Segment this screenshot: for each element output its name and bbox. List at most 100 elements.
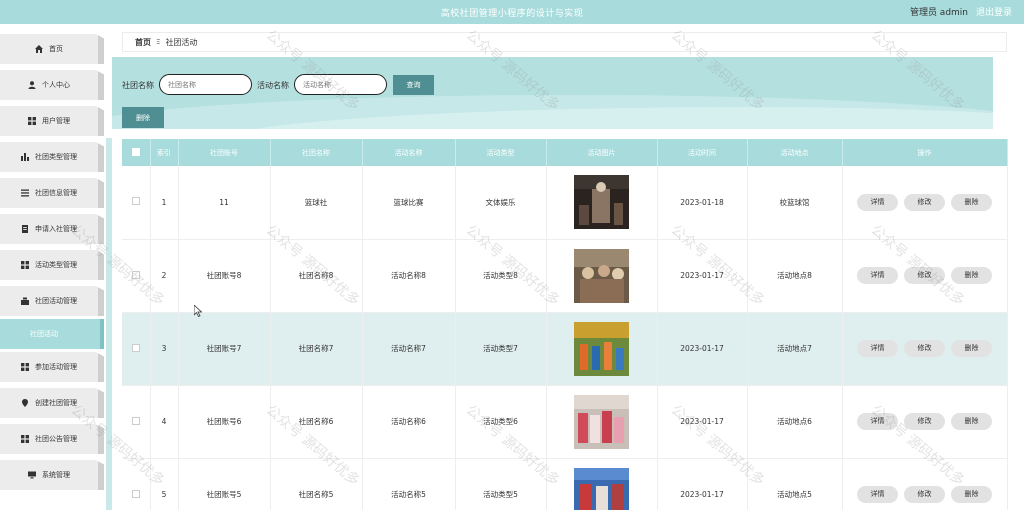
user-icon xyxy=(28,81,36,89)
activity-cell: 活动名称8 xyxy=(362,239,456,313)
activity-table: 索引 社团账号 社团名称 活动名称 活动类型 活动图片 活动时间 活动地点 操作… xyxy=(122,139,1008,510)
list-icon xyxy=(21,189,29,197)
sidebar-item-users[interactable]: 用户管理 xyxy=(0,106,104,136)
current-user: 管理员 admin xyxy=(909,8,968,18)
table-header-row: 索引 社团账号 社团名称 活动名称 活动类型 活动图片 活动时间 活动地点 操作 xyxy=(122,139,1008,166)
sidebar-item-club-activity-mgmt[interactable]: 社团活动管理 xyxy=(0,286,104,316)
account-cell: 社团账号5 xyxy=(178,458,271,510)
detail-button[interactable]: 详情 xyxy=(857,340,898,357)
sidebar-item-club-activity[interactable]: 社团活动 xyxy=(0,319,104,349)
activity-name-label: 活动名称 xyxy=(257,81,289,90)
type-cell: 活动类型5 xyxy=(455,458,547,510)
sidebar-item-label: 活动类型管理 xyxy=(35,261,77,269)
table-row: 3 社团账号7 社团名称7 活动名称7 活动类型7 2023-01-17 活动地… xyxy=(122,312,1008,386)
activity-cell: 活动名称7 xyxy=(362,312,456,386)
activity-image xyxy=(574,248,629,303)
sidebar-item-club-notice[interactable]: 社团公告管理 xyxy=(0,424,104,454)
detail-button[interactable]: 详情 xyxy=(857,267,898,284)
club-name-input[interactable] xyxy=(159,74,252,95)
grid-icon xyxy=(28,117,36,125)
place-cell: 活动地点8 xyxy=(747,239,843,313)
delete-button[interactable]: 删除 xyxy=(951,486,992,503)
sidebar-item-label: 首页 xyxy=(49,45,63,53)
club-name-label: 社团名称 xyxy=(122,81,154,90)
sidebar-item-label: 申请入社管理 xyxy=(35,225,77,233)
chart-icon xyxy=(21,153,29,161)
column-header: 索引 xyxy=(150,139,179,166)
sidebar-item-join-apply[interactable]: 申请入社管理 xyxy=(0,214,104,244)
sidebar-item-label: 社团活动管理 xyxy=(35,297,77,305)
activity-cell: 活动名称5 xyxy=(362,458,456,510)
sidebar-item-system[interactable]: 系统管理 xyxy=(0,460,104,490)
table-row: 5 社团账号5 社团名称5 活动名称5 活动类型5 2023-01-17 活动地… xyxy=(122,458,1008,510)
edit-button[interactable]: 修改 xyxy=(904,340,945,357)
delete-button[interactable]: 删除 xyxy=(951,340,992,357)
sidebar-item-activity-type[interactable]: 活动类型管理 xyxy=(0,250,104,280)
sidebar-item-label: 社团公告管理 xyxy=(35,435,77,443)
activity-image xyxy=(574,467,629,510)
club-cell: 社团名称6 xyxy=(270,385,363,459)
row-checkbox[interactable] xyxy=(131,416,140,425)
edit-button[interactable]: 修改 xyxy=(904,486,945,503)
row-checkbox[interactable] xyxy=(131,270,140,279)
sidebar-item-join-activity[interactable]: 参加活动管理 xyxy=(0,352,104,382)
detail-button[interactable]: 详情 xyxy=(857,486,898,503)
edit-button[interactable]: 修改 xyxy=(904,267,945,284)
app-title: 高校社团管理小程序的设计与实现 xyxy=(440,9,584,19)
index-cell: 5 xyxy=(150,458,179,510)
sidebar-item-label: 参加活动管理 xyxy=(35,363,77,371)
sidebar-item-club-type[interactable]: 社团类型管理 xyxy=(0,142,104,172)
breadcrumb-current: 社团活动 xyxy=(165,37,198,47)
type-cell: 文体娱乐 xyxy=(455,166,547,240)
column-header: 社团账号 xyxy=(178,139,271,166)
club-cell: 社团名称8 xyxy=(270,239,363,313)
column-header: 操作 xyxy=(842,139,1008,166)
row-checkbox[interactable] xyxy=(131,489,140,498)
row-checkbox[interactable] xyxy=(131,343,140,352)
table-row: 2 社团账号8 社团名称8 活动名称8 活动类型8 2023-01-17 活动地… xyxy=(122,239,1008,313)
breadcrumb-home[interactable]: 首页 xyxy=(135,37,151,48)
detail-button[interactable]: 详情 xyxy=(857,193,898,211)
activity-name-input[interactable] xyxy=(294,74,387,95)
top-header: 高校社团管理小程序的设计与实现 管理员 admin 退出登录 xyxy=(0,0,1024,24)
row-checkbox[interactable] xyxy=(131,197,140,206)
column-header: 活动类型 xyxy=(455,139,547,166)
batch-delete-button[interactable]: 删除 xyxy=(122,107,164,128)
delete-button[interactable]: 删除 xyxy=(951,413,992,430)
sidebar-item-label: 个人中心 xyxy=(42,81,70,89)
index-cell: 2 xyxy=(150,239,179,313)
place-cell: 活动地点7 xyxy=(747,312,843,386)
table-row: 1 11 篮球社 篮球比赛 文体娱乐 2023-01-18 校篮球馆 详情 修改删… xyxy=(122,166,1008,240)
date-cell: 2023-01-18 xyxy=(657,166,748,240)
select-all-checkbox[interactable] xyxy=(131,147,140,156)
type-cell: 活动类型7 xyxy=(455,312,547,386)
edit-button[interactable]: 修改 xyxy=(904,413,945,430)
column-header: 社团名称 xyxy=(270,139,363,166)
breadcrumb-separator: Ξ xyxy=(156,38,161,46)
date-cell: 2023-01-17 xyxy=(657,239,748,313)
club-cell: 社团名称7 xyxy=(270,312,363,386)
type-cell: 活动类型6 xyxy=(455,385,547,459)
sidebar-item-club-info[interactable]: 社团信息管理 xyxy=(0,178,104,208)
column-header: 活动名称 xyxy=(362,139,456,166)
activity-image xyxy=(574,394,629,449)
club-cell: 社团名称5 xyxy=(270,458,363,510)
index-cell: 1 xyxy=(150,166,179,240)
index-cell: 3 xyxy=(150,312,179,386)
select-all-cell[interactable] xyxy=(122,139,151,166)
delete-button[interactable]: 删除 xyxy=(951,267,992,284)
sidebar-item-profile[interactable]: 个人中心 xyxy=(0,70,104,100)
query-button[interactable]: 查询 xyxy=(393,75,434,95)
logout-link[interactable]: 退出登录 xyxy=(976,5,1012,18)
pin-icon xyxy=(21,399,29,407)
detail-button[interactable]: 详情 xyxy=(857,413,898,430)
edit-button[interactable]: 修改 xyxy=(904,193,945,211)
place-cell: 活动地点5 xyxy=(747,458,843,510)
sidebar-item-create-club[interactable]: 创建社团管理 xyxy=(0,388,104,418)
activity-image xyxy=(574,175,629,230)
sidebar-item-label: 用户管理 xyxy=(42,117,70,125)
sidebar-item-home[interactable]: 首页 xyxy=(0,34,104,64)
delete-button[interactable]: 删除 xyxy=(951,193,992,211)
grid-icon xyxy=(21,363,29,371)
sidebar-item-label: 创建社团管理 xyxy=(35,399,77,407)
